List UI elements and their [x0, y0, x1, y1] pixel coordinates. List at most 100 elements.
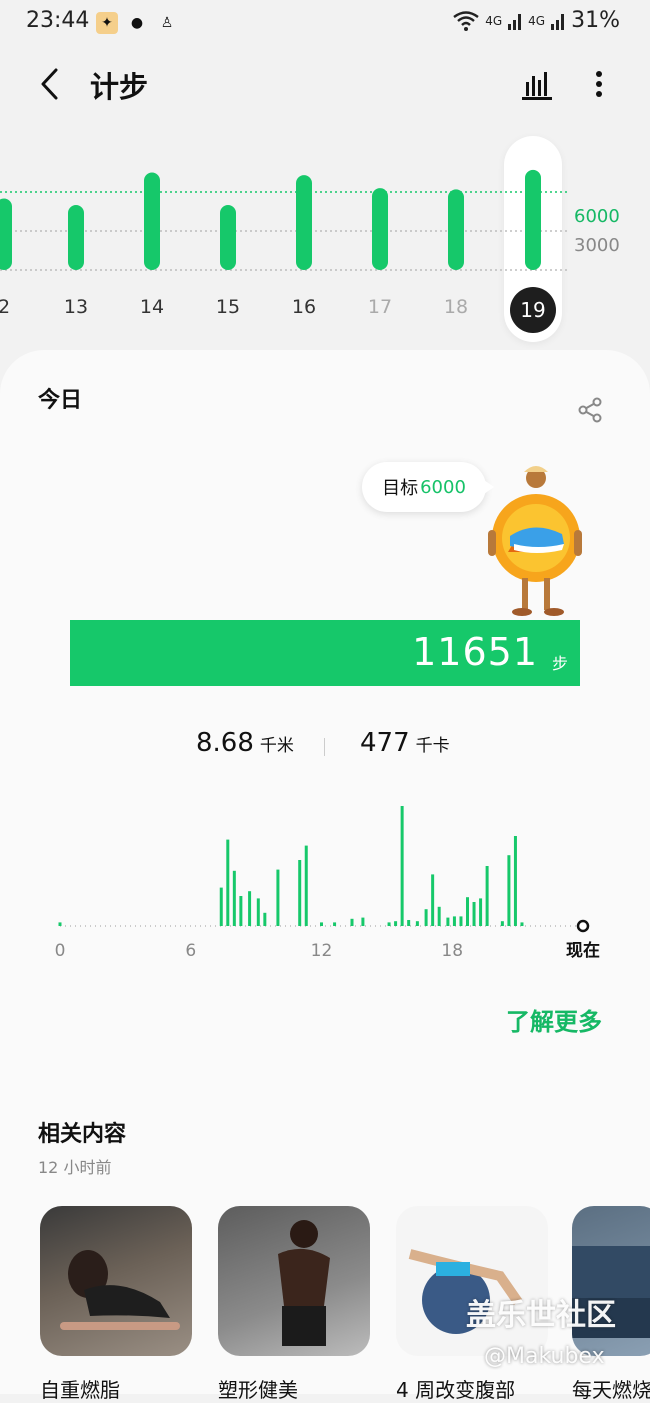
- cloud-notification-icon: ●: [130, 15, 144, 31]
- goal-bubble: 目标 6000: [362, 462, 494, 512]
- signal-label-2: 4G: [528, 13, 546, 28]
- hourly-bar-12: [333, 922, 337, 926]
- hourly-bar-30: [500, 921, 504, 926]
- wifi-icon: [453, 10, 479, 31]
- bar-chart-button[interactable]: [520, 68, 554, 102]
- more-options-button[interactable]: [584, 66, 614, 102]
- week-bar-16[interactable]: [296, 175, 312, 270]
- bodybuilding-photo-icon: [278, 1220, 330, 1346]
- hourly-bar-32: [513, 836, 517, 926]
- hourly-bar-31: [507, 855, 511, 926]
- hourly-bar-13: [350, 918, 354, 926]
- hourly-tick-label: 6: [185, 941, 196, 961]
- metric-divider: [324, 738, 325, 756]
- hourly-bar-10: [304, 845, 308, 926]
- battery-level: 31%: [571, 8, 620, 33]
- hourly-bar-20: [424, 909, 428, 926]
- page-title: 计步: [90, 70, 149, 104]
- hourly-bar-5: [248, 891, 252, 926]
- steps-unit: 步: [551, 654, 568, 673]
- signal-icon-2: [551, 13, 565, 30]
- week-day-label-17[interactable]: 17: [368, 296, 392, 318]
- related-label-4: 每天燃烧: [572, 1378, 650, 1402]
- learn-more-link[interactable]: 了解更多: [506, 1002, 602, 1037]
- related-label-2: 塑形健美: [218, 1378, 298, 1402]
- week-bar-18[interactable]: [448, 189, 464, 270]
- hourly-bar-29: [485, 866, 489, 926]
- weekly-bars: [0, 169, 568, 271]
- hourly-bar-23: [446, 917, 450, 926]
- related-thumbnail-2[interactable]: [218, 1206, 370, 1356]
- calories-unit: 千卡: [415, 736, 450, 756]
- week-bar-15[interactable]: [220, 205, 236, 270]
- workout-photo-icon: [60, 1250, 180, 1330]
- hourly-bar-15: [387, 922, 391, 926]
- related-label-3: 4 周改变腹部: [396, 1378, 516, 1402]
- notification-icons: ✦ ● ♙: [96, 12, 178, 34]
- distance-value: 8.68: [196, 728, 254, 758]
- hourly-bar-6: [256, 898, 260, 926]
- hourly-bar-11: [320, 922, 323, 926]
- status-bar: 23:44 ✦ ● ♙ 4G 4G 31%: [0, 0, 650, 48]
- week-day-label-2[interactable]: 2: [0, 296, 10, 318]
- signal-label-1: 4G: [485, 13, 503, 28]
- hourly-bar-4: [239, 896, 243, 926]
- week-day-label-16[interactable]: 16: [292, 296, 316, 318]
- bar-chart-icon: [522, 72, 552, 100]
- selected-day-badge[interactable]: 19: [510, 287, 556, 333]
- back-arrow-icon: [41, 68, 58, 100]
- signal-icon-1: [508, 13, 522, 30]
- share-icon: [578, 397, 602, 423]
- share-button[interactable]: [576, 396, 604, 424]
- watermark-line-2: @Makubex: [484, 1344, 605, 1369]
- hourly-bar-0: [58, 922, 62, 926]
- related-content-time: 12 小时前: [38, 1158, 112, 1177]
- week-bar-17[interactable]: [372, 188, 388, 270]
- week-bar-2[interactable]: [0, 198, 12, 271]
- mid-axis-label: 3000: [574, 235, 620, 256]
- related-thumbnail-1[interactable]: [40, 1206, 192, 1356]
- hourly-bar-26: [466, 897, 470, 926]
- now-marker-icon: [576, 919, 590, 933]
- week-bar-14[interactable]: [144, 172, 160, 271]
- mascot-icon: [488, 466, 582, 616]
- weekly-steps-chart: 6000 3000 2 13 14 15 16 17 18 19: [0, 130, 650, 345]
- week-day-label-13[interactable]: 13: [64, 296, 88, 318]
- hourly-bar-7: [263, 912, 267, 926]
- related-content-title: 相关内容: [38, 1122, 127, 1147]
- hourly-bar-18: [407, 920, 411, 926]
- goal-axis-label: 6000: [574, 206, 620, 227]
- hourly-bar-21: [431, 874, 435, 926]
- hourly-bar-24: [452, 916, 456, 926]
- hourly-bar-2: [226, 839, 230, 926]
- hourly-bar-27: [472, 902, 476, 926]
- hourly-bar-33: [520, 922, 524, 926]
- watermark-line-1: 盖乐世社区: [466, 1298, 616, 1333]
- calories-value: 477: [360, 728, 410, 758]
- week-bar-19[interactable]: [525, 169, 541, 270]
- person-notification-icon: ♙: [160, 15, 174, 31]
- hourly-bar-19: [415, 921, 419, 926]
- more-vertical-icon: [596, 71, 602, 97]
- hourly-tick-label: 12: [311, 941, 333, 961]
- hourly-bar-28: [479, 898, 483, 926]
- hourly-bar-1: [219, 887, 223, 926]
- week-day-label-15[interactable]: 15: [216, 296, 240, 318]
- hourly-bar-9: [298, 860, 302, 926]
- calories-metric: 477 千卡: [360, 728, 450, 758]
- hourly-steps-chart: 0 6 12 18 现在: [55, 806, 600, 961]
- week-day-label-14[interactable]: 14: [140, 296, 164, 318]
- hourly-bar-14: [361, 917, 365, 926]
- today-title: 今日: [38, 388, 83, 413]
- steps-count: 11651: [412, 630, 538, 674]
- week-bar-13[interactable]: [68, 205, 84, 270]
- back-button[interactable]: [34, 62, 74, 106]
- hourly-bar-22: [437, 906, 441, 926]
- hourly-tick-label: 现在: [566, 940, 600, 961]
- hourly-bar-25: [459, 916, 463, 926]
- goal-value: 6000: [420, 476, 466, 498]
- status-time: 23:44: [26, 8, 90, 33]
- week-day-label-18[interactable]: 18: [444, 296, 468, 318]
- related-label-1: 自重燃脂: [40, 1378, 120, 1402]
- mascot-illustration: [488, 466, 582, 616]
